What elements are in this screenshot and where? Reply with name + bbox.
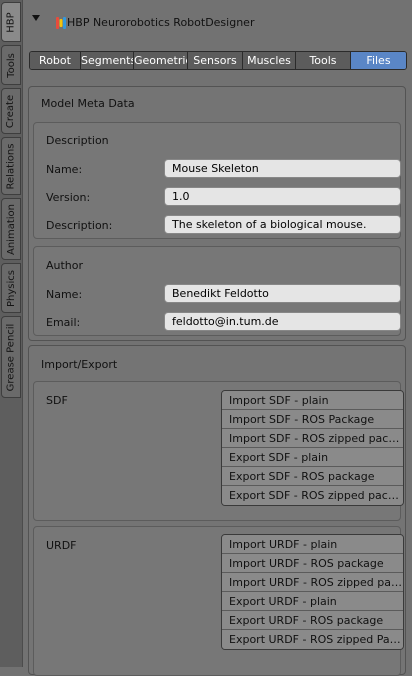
hbp-logo-icon — [56, 17, 66, 29]
import-sdf-ros-zipped-button[interactable]: Import SDF - ROS zipped package — [222, 429, 403, 448]
author-name-field[interactable]: Benedikt Feldotto — [164, 284, 401, 303]
tab-tools[interactable]: Tools — [296, 52, 351, 69]
export-sdf-plain-button[interactable]: Export SDF - plain — [222, 448, 403, 467]
export-urdf-plain-button[interactable]: Export URDF - plain — [222, 592, 403, 611]
panel-title: HBP Neurorobotics RobotDesigner — [67, 16, 255, 29]
side-tab-relations[interactable]: Relations — [1, 137, 21, 195]
panel-content: HBP Neurorobotics RobotDesigner Robot Se… — [23, 0, 412, 676]
model-meta-data-title: Model Meta Data — [41, 97, 135, 110]
author-heading: Author — [46, 259, 84, 272]
name-label: Name: — [46, 163, 83, 176]
panel-header[interactable]: HBP Neurorobotics RobotDesigner — [23, 0, 412, 44]
export-urdf-ros-package-button[interactable]: Export URDF - ROS package — [222, 611, 403, 630]
tab-files[interactable]: Files — [351, 52, 406, 69]
description-label: Description: — [46, 219, 113, 232]
side-tab-physics[interactable]: Physics — [1, 263, 21, 313]
urdf-label: URDF — [46, 539, 77, 552]
urdf-box: URDF Import URDF - plain Import URDF - R… — [33, 526, 404, 676]
author-email-label: Email: — [46, 316, 81, 329]
urdf-button-group: Import URDF - plain Import URDF - ROS pa… — [221, 534, 404, 650]
description-heading: Description — [46, 134, 109, 147]
version-label: Version: — [46, 191, 91, 204]
import-sdf-ros-package-button[interactable]: Import SDF - ROS Package — [222, 410, 403, 429]
import-export-title: Import/Export — [41, 358, 118, 371]
tab-sensors[interactable]: Sensors — [188, 52, 243, 69]
tool-shelf-tabs: HBP Tools Create Relations Animation Phy… — [0, 0, 23, 667]
tab-robot[interactable]: Robot — [30, 52, 81, 69]
export-urdf-ros-zipped-button[interactable]: Export URDF - ROS zipped Pack... — [222, 630, 403, 649]
import-export-panel: Import/Export SDF Import SDF - plain Imp… — [28, 345, 406, 676]
export-sdf-ros-package-button[interactable]: Export SDF - ROS package — [222, 467, 403, 486]
model-meta-data-panel: Model Meta Data Description Name: Mouse … — [28, 86, 406, 341]
tab-segments[interactable]: Segments — [81, 52, 134, 69]
import-urdf-ros-zipped-button[interactable]: Import URDF - ROS zipped pack... — [222, 573, 403, 592]
author-name-label: Name: — [46, 288, 83, 301]
side-tab-tools[interactable]: Tools — [1, 45, 21, 85]
import-urdf-plain-button[interactable]: Import URDF - plain — [222, 535, 403, 554]
collapse-arrow-icon[interactable] — [32, 15, 40, 21]
export-sdf-ros-zipped-button[interactable]: Export SDF - ROS zipped package — [222, 486, 403, 505]
sdf-button-group: Import SDF - plain Import SDF - ROS Pack… — [221, 390, 404, 506]
tab-geometrie[interactable]: Geometrie — [134, 52, 188, 69]
import-urdf-ros-package-button[interactable]: Import URDF - ROS package — [222, 554, 403, 573]
author-email-field[interactable]: feldotto@in.tum.de — [164, 312, 401, 331]
model-name-field[interactable]: Mouse Skeleton — [164, 159, 401, 178]
author-box: Author Name: Benedikt Feldotto Email: fe… — [33, 246, 401, 336]
import-sdf-plain-button[interactable]: Import SDF - plain — [222, 391, 403, 410]
model-description-field[interactable]: The skeleton of a biological mouse. — [164, 215, 401, 234]
robot-designer-tabs: Robot Segments Geometrie Sensors Muscles… — [29, 51, 407, 70]
sdf-label: SDF — [46, 394, 68, 407]
sdf-box: SDF Import SDF - plain Import SDF - ROS … — [33, 381, 404, 521]
description-box: Description Name: Mouse Skeleton Version… — [33, 122, 401, 239]
side-tab-grease-pencil[interactable]: Grease Pencil — [1, 316, 21, 398]
side-tab-animation[interactable]: Animation — [1, 198, 21, 260]
side-tab-create[interactable]: Create — [1, 88, 21, 134]
model-version-field[interactable]: 1.0 — [164, 187, 401, 206]
scrollbar[interactable] — [406, 44, 410, 667]
tab-muscles[interactable]: Muscles — [243, 52, 296, 69]
side-tab-hbp[interactable]: HBP — [1, 2, 21, 42]
